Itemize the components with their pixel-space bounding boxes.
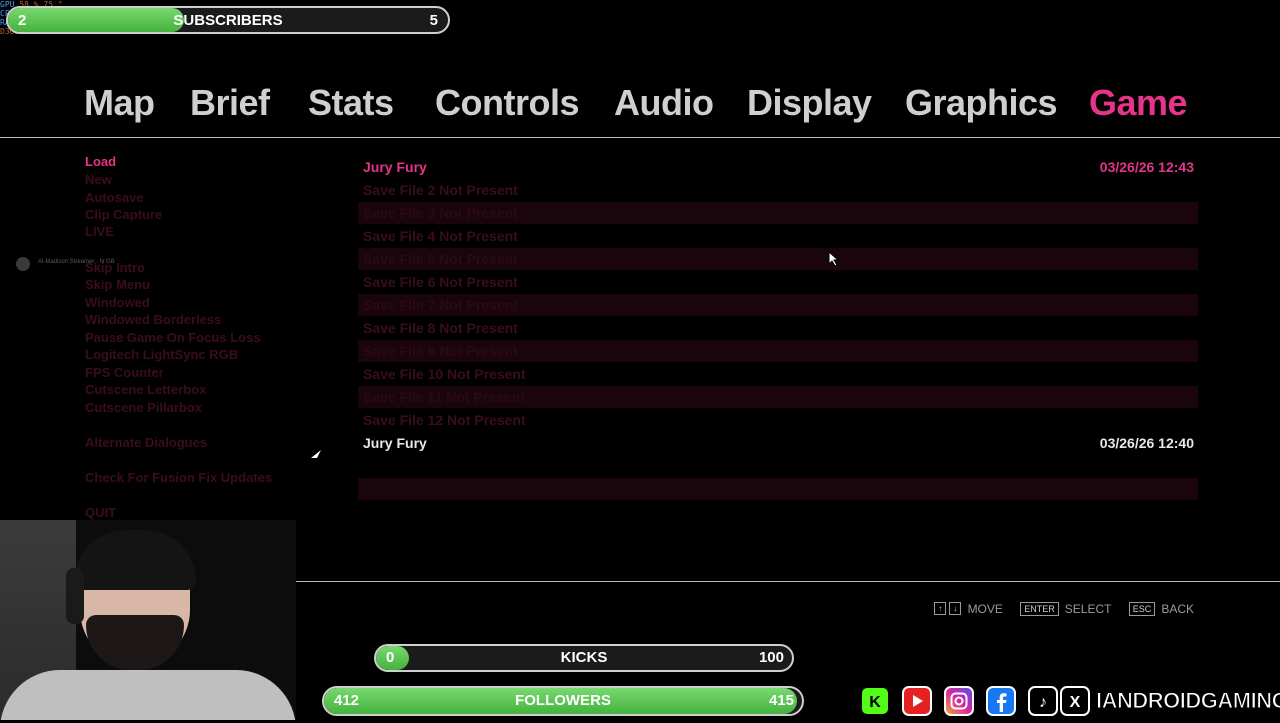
save-slot-name: Save File 12 Not Present (363, 412, 526, 428)
menu-item-cutscene-pillarbox[interactable]: Cutscene Pillarbox (85, 400, 202, 415)
save-slot-12[interactable]: Save File 12 Not Present (358, 409, 1198, 431)
kick-icon: K (860, 686, 890, 716)
hint-move: MOVE (967, 601, 1003, 616)
menu-item-check-updates[interactable]: Check For Fusion Fix Updates (85, 470, 272, 485)
save-slot-name: Save File 3 Not Present (363, 205, 518, 221)
tab-controls[interactable]: Controls (435, 82, 580, 124)
save-slot-name: Save File 7 Not Present (363, 297, 518, 313)
instagram-camera-icon (950, 692, 968, 710)
kicks-label: KICKS (560, 649, 608, 666)
menu-item-quit[interactable]: QUIT (85, 505, 116, 520)
tab-audio[interactable]: Audio (614, 82, 714, 124)
menu-item-clip-capture[interactable]: Clip Capture (85, 207, 162, 222)
save-slot-8[interactable]: Save File 8 Not Present (358, 317, 1198, 339)
save-slot-7[interactable]: Save File 7 Not Present (358, 294, 1198, 316)
facebook-icon (986, 686, 1016, 716)
menu-item-skip-menu[interactable]: Skip Menu (85, 277, 150, 292)
facebook-f-icon (997, 693, 1007, 712)
followers-goal: 415 (768, 692, 794, 709)
tab-game[interactable]: Game (1089, 82, 1188, 124)
subscribers-label: SUBSCRIBERS (173, 12, 283, 29)
save-slot-date: 03/26/26 12:40 (1099, 435, 1194, 451)
menu-tabs: Map Brief Stats Controls Audio Display G… (0, 82, 1280, 128)
menu-item-fps-counter[interactable]: FPS Counter (85, 365, 164, 380)
followers-goal-bar: 412 FOLLOWERS 415 (322, 686, 804, 716)
chat-overlay: Al-Madison Streamer · hi GB (16, 257, 126, 271)
menu-item-live[interactable]: LIVE (85, 224, 114, 239)
social-icons: K ♪ X IANDROIDGAMING (858, 684, 1280, 718)
save-slot-name: Save File 8 Not Present (363, 320, 518, 336)
menu-item-autosave[interactable]: Autosave (85, 190, 144, 205)
save-slot-name: Save File 11 Not Present (363, 389, 525, 405)
save-slot-2[interactable]: Save File 2 Not Present (358, 179, 1198, 201)
webcam-overlay (0, 520, 296, 720)
save-slot-name: Jury Fury (363, 435, 427, 451)
save-slot-name: Save File 9 Not Present (363, 343, 518, 359)
menu-item-alternate-dialogues[interactable]: Alternate Dialogues (85, 435, 207, 450)
kicks-goal-bar: 0 KICKS 100 (374, 644, 794, 672)
save-slot-4[interactable]: Save File 4 Not Present (358, 225, 1198, 247)
save-slot-date: 03/26/26 12:43 (1099, 159, 1194, 175)
save-slot-3[interactable]: Save File 3 Not Present (358, 202, 1198, 224)
save-slot-10[interactable]: Save File 10 Not Present (358, 363, 1198, 385)
youtube-icon (902, 686, 932, 716)
hint-select[interactable]: SELECT (1065, 602, 1112, 616)
youtube-play-icon (913, 695, 923, 707)
tab-display[interactable]: Display (747, 82, 872, 124)
save-slot-9[interactable]: Save File 9 Not Present (358, 340, 1198, 362)
chat-message: Al-Madison Streamer · hi GB (38, 259, 115, 265)
menu-item-windowed[interactable]: Windowed (85, 295, 150, 310)
esc-key-icon: ESC (1128, 601, 1156, 616)
menu-item-lightsync-rgb[interactable]: Logitech LightSync RGB (85, 347, 238, 362)
subscribers-goal-bar: 2 SUBSCRIBERS 5 (6, 6, 450, 34)
headset-icon (66, 568, 84, 624)
mouse-cursor-icon (828, 251, 840, 267)
enter-key-icon: ENTER (1020, 601, 1059, 616)
webcam-person-shirt (0, 670, 296, 720)
instagram-icon (944, 686, 974, 716)
save-slot-6[interactable]: Save File 6 Not Present (358, 271, 1198, 293)
tab-brief[interactable]: Brief (190, 82, 270, 124)
control-hints: ↑ ↓ MOVE ENTER SELECT ESC BACK (934, 601, 1194, 617)
up-arrow-key-icon: ↑ (934, 602, 947, 616)
x-twitter-icon: X (1060, 686, 1090, 716)
save-slot-autosave[interactable]: Jury Fury 03/26/26 12:40 (358, 432, 1198, 454)
channel-brand-name: IANDROIDGAMING (1095, 688, 1280, 714)
save-slot-1[interactable]: Jury Fury 03/26/26 12:43 (358, 156, 1198, 178)
save-slot-11[interactable]: Save File 11 Not Present (358, 386, 1198, 408)
pointer-marker-icon (311, 450, 321, 458)
save-slot-extra[interactable] (358, 478, 1198, 500)
save-slot-name: Save File 10 Not Present (363, 366, 526, 382)
menu-item-load[interactable]: Load (85, 154, 116, 169)
save-slot-name: Save File 2 Not Present (363, 182, 518, 198)
menu-item-windowed-borderless[interactable]: Windowed Borderless (85, 312, 221, 327)
save-slot-name: Save File 6 Not Present (363, 274, 518, 290)
menu-item-pause-on-focus-loss[interactable]: Pause Game On Focus Loss (85, 330, 261, 345)
save-slot-name: Jury Fury (363, 159, 427, 175)
chat-avatar (16, 257, 30, 271)
tab-stats[interactable]: Stats (308, 82, 394, 124)
menu-item-new[interactable]: New (85, 172, 112, 187)
subscribers-goal: 5 (429, 12, 438, 29)
top-divider (0, 137, 1280, 138)
kicks-goal: 100 (758, 649, 784, 666)
hint-back[interactable]: BACK (1161, 602, 1194, 616)
tiktok-icon: ♪ (1028, 686, 1058, 716)
followers-label: FOLLOWERS (515, 692, 611, 709)
save-slot-name: Save File 5 Not Present (363, 251, 518, 267)
down-arrow-key-icon: ↓ (949, 602, 962, 616)
save-slot-5[interactable]: Save File 5 Not Present (358, 248, 1198, 270)
save-slot-name: Save File 4 Not Present (363, 228, 518, 244)
tab-map[interactable]: Map (84, 82, 155, 124)
menu-item-cutscene-letterbox[interactable]: Cutscene Letterbox (85, 382, 206, 397)
tab-graphics[interactable]: Graphics (905, 82, 1058, 124)
